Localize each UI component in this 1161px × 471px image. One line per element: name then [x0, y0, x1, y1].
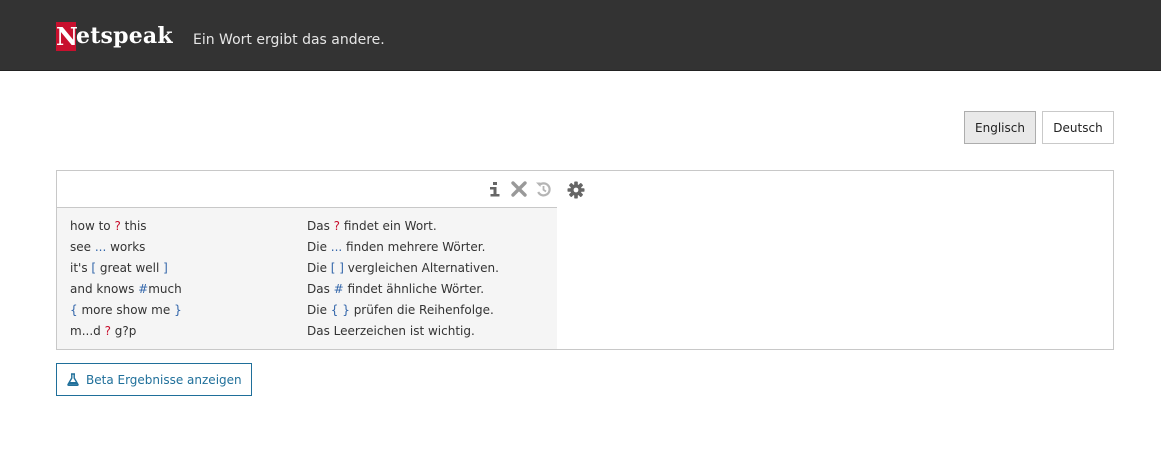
example-row: how to ? this Das ? findet ein Wort.: [57, 216, 557, 236]
examples-list: how to ? this Das ? findet ein Wort. see…: [57, 208, 557, 349]
language-german-button[interactable]: Deutsch: [1042, 111, 1114, 144]
example-row: it's [ great well ] Die [ ] vergleichen …: [57, 258, 557, 278]
beta-button-label: Beta Ergebnisse anzeigen: [86, 372, 242, 387]
search-panel: how to ? this Das ? findet ein Wort. see…: [56, 170, 1114, 350]
query-bar: [57, 171, 557, 208]
language-english-button[interactable]: Englisch: [964, 111, 1036, 144]
example-query[interactable]: how to ? this: [70, 216, 147, 236]
example-row: { more show me } Die { } prüfen die Reih…: [57, 300, 557, 320]
example-description: Die { } prüfen die Reihenfolge.: [307, 303, 494, 317]
logo-text: etspeak: [76, 22, 173, 49]
example-description: Die ... finden mehrere Wörter.: [307, 240, 486, 254]
tagline: Ein Wort ergibt das andere.: [193, 32, 385, 48]
example-query[interactable]: it's [ great well ]: [70, 258, 168, 278]
example-query[interactable]: m...d ? g?p: [70, 321, 136, 341]
example-row: see ... works Die ... finden mehrere Wör…: [57, 237, 557, 257]
close-icon[interactable]: [509, 179, 529, 199]
example-description: Die [ ] vergleichen Alternativen.: [307, 261, 499, 275]
example-description: Das Leerzeichen ist wichtig.: [307, 324, 475, 338]
search-input[interactable]: [57, 171, 477, 207]
flask-icon: [67, 373, 79, 386]
gear-icon[interactable]: [566, 180, 586, 200]
query-section: how to ? this Das ? findet ein Wort. see…: [57, 171, 557, 349]
logo-letter: N: [56, 21, 78, 51]
info-icon[interactable]: [485, 179, 505, 199]
example-description: Das ? findet ein Wort.: [307, 219, 437, 233]
app-header: N etspeak Ein Wort ergibt das andere.: [0, 0, 1161, 71]
example-query[interactable]: { more show me }: [70, 300, 182, 320]
results-section: [557, 171, 1113, 349]
netspeak-logo[interactable]: N etspeak: [56, 21, 173, 51]
history-icon[interactable]: [533, 179, 553, 199]
example-query[interactable]: see ... works: [70, 237, 145, 257]
example-description: Das # findet ähnliche Wörter.: [307, 282, 485, 296]
example-row: and knows #much Das # findet ähnliche Wö…: [57, 279, 557, 299]
example-query[interactable]: and knows #much: [70, 279, 182, 299]
example-row: m...d ? g?p Das Leerzeichen ist wichtig.: [57, 321, 557, 341]
beta-results-button[interactable]: Beta Ergebnisse anzeigen: [56, 363, 252, 396]
